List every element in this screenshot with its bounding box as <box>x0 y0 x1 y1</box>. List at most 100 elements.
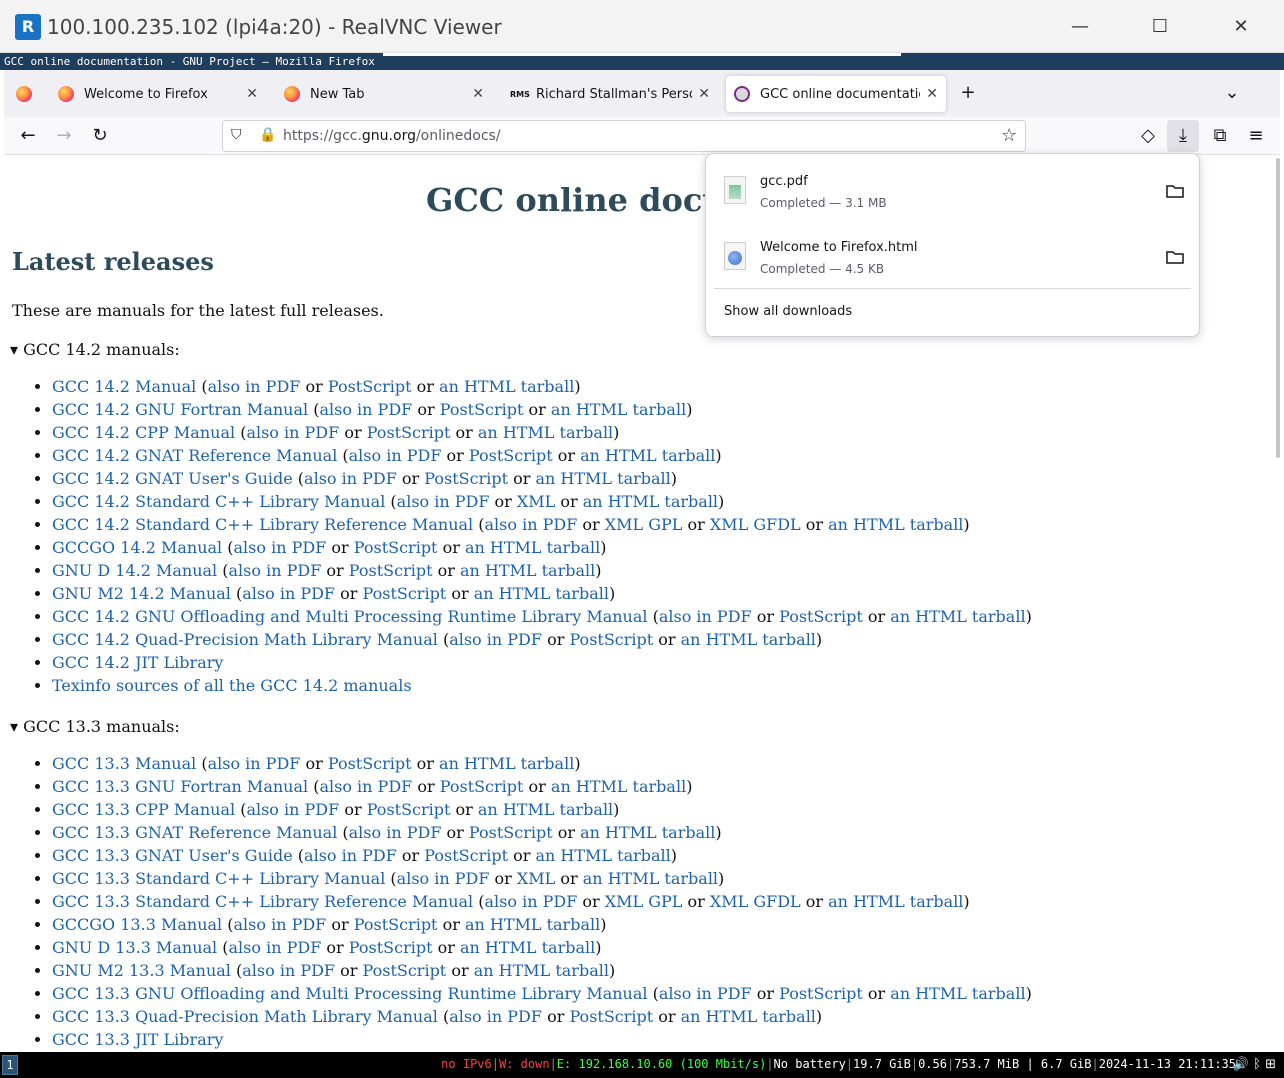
manual-link[interactable]: GCC 13.3 CPP Manual <box>52 800 235 819</box>
show-all-downloads-button[interactable]: Show all downloads <box>724 304 852 319</box>
pdf-link[interactable]: also in PDF <box>246 423 339 442</box>
tarball-link[interactable]: an HTML tarball <box>580 446 715 465</box>
pdf-link[interactable]: also in PDF <box>397 869 490 888</box>
firefox-view-button[interactable] <box>8 76 40 112</box>
pdf-link[interactable]: also in PDF <box>304 469 397 488</box>
pdf-link[interactable]: also in PDF <box>485 892 578 911</box>
tarball-link[interactable]: an HTML tarball <box>890 984 1025 1003</box>
manual-link[interactable]: GCC 14.2 JIT Library <box>52 653 223 672</box>
close-tab-icon[interactable]: ✕ <box>698 86 710 102</box>
close-tab-icon[interactable]: ✕ <box>472 86 484 102</box>
back-button[interactable]: ← <box>13 121 43 151</box>
tarball-link[interactable]: an HTML tarball <box>474 961 609 980</box>
manual-link[interactable]: GCC 14.2 Quad-Precision Math Library Man… <box>52 630 438 649</box>
lock-icon[interactable]: 🔒 <box>259 127 276 143</box>
tarball-link[interactable]: an HTML tarball <box>890 607 1025 626</box>
format-link[interactable]: PostScript <box>779 607 863 626</box>
tarball-link[interactable]: an HTML tarball <box>478 800 613 819</box>
manual-link[interactable]: GCC 13.3 Standard C++ Library Manual <box>52 869 385 888</box>
manual-link[interactable]: GCC 14.2 Manual <box>52 377 196 396</box>
format-link[interactable]: XML GFDL <box>710 892 801 911</box>
tarball-link[interactable]: an HTML tarball <box>828 515 963 534</box>
pdf-link[interactable]: also in PDF <box>659 607 752 626</box>
format-link[interactable]: PostScript <box>362 961 446 980</box>
gcc-14-2-summary[interactable]: ▾ GCC 14.2 manuals: <box>10 340 180 359</box>
download-item[interactable]: Welcome to Firefox.html Completed — 4.5 … <box>714 230 1191 290</box>
pocket-button[interactable]: ◇ <box>1133 121 1163 151</box>
manual-link[interactable]: GCC 13.3 GNU Offloading and Multi Proces… <box>52 984 648 1003</box>
format-link[interactable]: XML GFDL <box>710 515 801 534</box>
manual-link[interactable]: GCC 13.3 GNAT User's Guide <box>52 846 293 865</box>
tarball-link[interactable]: an HTML tarball <box>439 754 574 773</box>
format-link[interactable]: PostScript <box>424 846 508 865</box>
tarball-link[interactable]: an HTML tarball <box>580 823 715 842</box>
tarball-link[interactable]: an HTML tarball <box>535 846 670 865</box>
tarball-link[interactable]: an HTML tarball <box>681 630 816 649</box>
tarball-link[interactable]: an HTML tarball <box>535 469 670 488</box>
format-link[interactable]: PostScript <box>424 469 508 488</box>
format-link[interactable]: PostScript <box>569 630 653 649</box>
tarball-link[interactable]: an HTML tarball <box>551 777 686 796</box>
manual-link[interactable]: GCCGO 13.3 Manual <box>52 915 222 934</box>
manual-link[interactable]: GNU M2 13.3 Manual <box>52 961 231 980</box>
manual-link[interactable]: GCC 13.3 Quad-Precision Math Library Man… <box>52 1007 438 1026</box>
pdf-link[interactable]: also in PDF <box>349 823 442 842</box>
tarball-link[interactable]: an HTML tarball <box>439 377 574 396</box>
manual-link[interactable]: GCC 14.2 Standard C++ Library Manual <box>52 492 385 511</box>
manual-link[interactable]: GCC 14.2 Standard C++ Library Reference … <box>52 515 473 534</box>
format-link[interactable]: PostScript <box>569 1007 653 1026</box>
tarball-link[interactable]: an HTML tarball <box>828 892 963 911</box>
format-link[interactable]: PostScript <box>354 915 438 934</box>
tarball-link[interactable]: an HTML tarball <box>583 492 718 511</box>
pdf-link[interactable]: also in PDF <box>229 561 322 580</box>
manual-link[interactable]: GNU M2 14.2 Manual <box>52 584 231 603</box>
pdf-link[interactable]: also in PDF <box>233 915 326 934</box>
maximize-button[interactable]: ☐ <box>1140 10 1180 44</box>
format-link[interactable]: PostScript <box>367 423 451 442</box>
download-item[interactable]: gcc.pdf Completed — 3.1 MB <box>714 164 1191 224</box>
manual-link[interactable]: GCCGO 14.2 Manual <box>52 538 222 557</box>
shield-icon[interactable]: ⛉ <box>231 127 242 143</box>
forward-button[interactable]: → <box>49 121 79 151</box>
tarball-link[interactable]: an HTML tarball <box>681 1007 816 1026</box>
tab-new-tab[interactable]: New Tab ✕ <box>276 76 492 112</box>
manual-link[interactable]: GNU D 14.2 Manual <box>52 561 217 580</box>
format-link[interactable]: PostScript <box>349 938 433 957</box>
gcc-13-3-summary[interactable]: ▾ GCC 13.3 manuals: <box>10 717 180 736</box>
manual-link[interactable]: GCC 13.3 GNU Fortran Manual <box>52 777 308 796</box>
manual-link[interactable]: GCC 13.3 GNAT Reference Manual <box>52 823 337 842</box>
format-link[interactable]: PostScript <box>354 538 438 557</box>
reload-button[interactable]: ↻ <box>85 121 115 151</box>
tab-richard-stallman[interactable]: RMS Richard Stallman's Personal Site ✕ <box>502 76 718 112</box>
pdf-link[interactable]: also in PDF <box>246 800 339 819</box>
manual-link[interactable]: GCC 14.2 GNAT User's Guide <box>52 469 293 488</box>
pdf-link[interactable]: also in PDF <box>242 584 335 603</box>
format-link[interactable]: PostScript <box>328 754 412 773</box>
format-link[interactable]: XML GPL <box>605 892 683 911</box>
list-all-tabs-button[interactable]: ⌄ <box>1217 78 1247 108</box>
bookmark-star-icon[interactable]: ☆ <box>1001 125 1017 146</box>
pdf-link[interactable]: also in PDF <box>319 400 412 419</box>
download-arrow-icon[interactable]: ⤓ <box>1168 121 1198 151</box>
app-menu-button[interactable]: ≡ <box>1241 121 1271 151</box>
pdf-link[interactable]: also in PDF <box>233 538 326 557</box>
tarball-link[interactable]: an HTML tarball <box>465 915 600 934</box>
new-tab-button[interactable]: + <box>953 78 983 108</box>
workspace-indicator[interactable]: 1 <box>2 1055 18 1075</box>
manual-link[interactable]: GCC 14.2 GNU Fortran Manual <box>52 400 308 419</box>
page-scrollbar[interactable] <box>1276 158 1280 458</box>
manual-link[interactable]: GCC 13.3 JIT Library <box>52 1030 223 1049</box>
tab-welcome-to-firefox[interactable]: Welcome to Firefox ✕ <box>50 76 266 112</box>
pdf-link[interactable]: also in PDF <box>208 377 301 396</box>
format-link[interactable]: PostScript <box>440 777 524 796</box>
format-link[interactable]: PostScript <box>362 584 446 603</box>
format-link[interactable]: PostScript <box>349 561 433 580</box>
tab-gcc-online-documentation[interactable]: GCC online documentation ✕ <box>726 76 946 112</box>
tarball-link[interactable]: an HTML tarball <box>478 423 613 442</box>
tarball-link[interactable]: an HTML tarball <box>460 561 595 580</box>
tray-icons[interactable]: 🔊 ᛒ ⊞ <box>1233 1057 1276 1072</box>
format-link[interactable]: PostScript <box>469 823 553 842</box>
pdf-link[interactable]: also in PDF <box>229 938 322 957</box>
pdf-link[interactable]: also in PDF <box>449 630 542 649</box>
format-link[interactable]: XML GPL <box>605 515 683 534</box>
